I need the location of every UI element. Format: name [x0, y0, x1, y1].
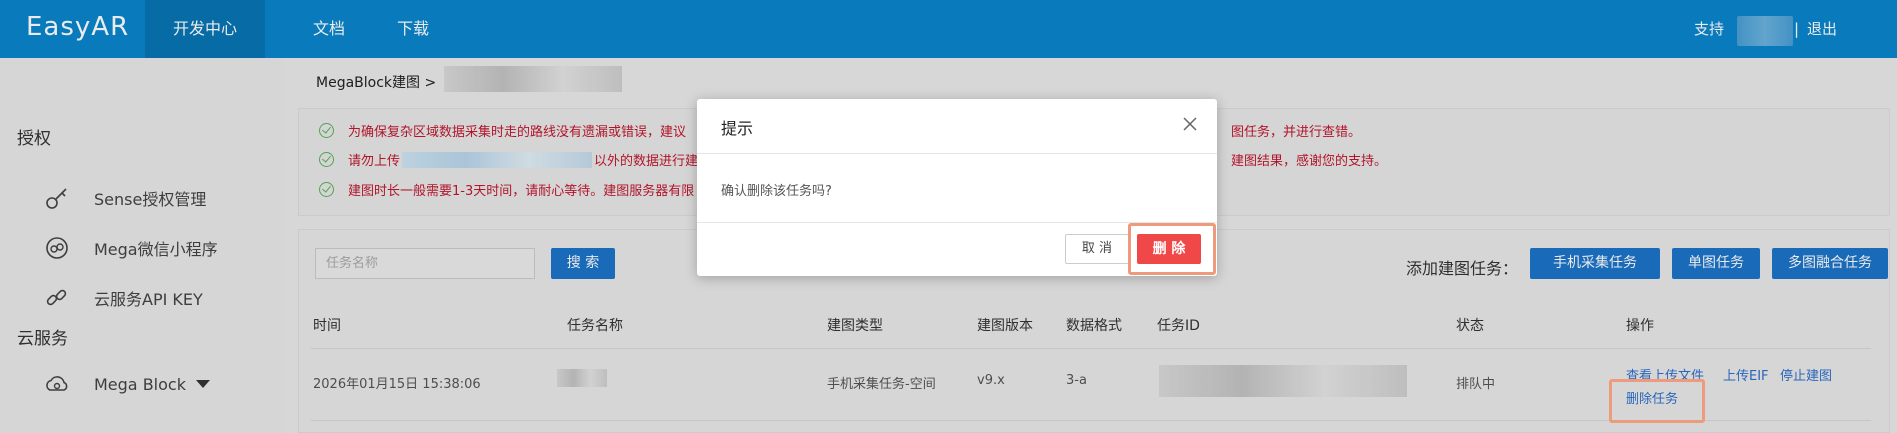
delete-task-link-highlight	[1609, 379, 1705, 423]
dialog-header-divider	[697, 153, 1217, 154]
close-icon[interactable]	[1183, 117, 1197, 131]
dialog-message: 确认删除该任务吗?	[721, 184, 832, 199]
delete-button-highlight	[1128, 223, 1216, 275]
cancel-button[interactable]: 取 消	[1065, 234, 1129, 264]
dialog-title: 提示	[721, 119, 754, 138]
